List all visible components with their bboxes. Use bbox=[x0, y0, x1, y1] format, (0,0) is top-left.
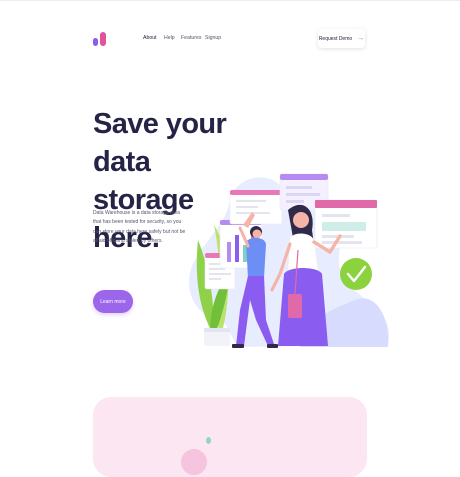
hero-title-line1: Save your data bbox=[93, 108, 227, 178]
chart-card-right bbox=[314, 199, 378, 249]
request-demo-label: Request Demo bbox=[318, 35, 353, 42]
leaf-decoration bbox=[206, 437, 211, 444]
nav-about[interactable]: About bbox=[143, 35, 157, 41]
blob-decoration bbox=[181, 449, 207, 475]
learn-more-button[interactable]: Learn more bbox=[93, 290, 133, 313]
arrow-right-icon: → bbox=[357, 35, 365, 42]
feature-section-card bbox=[93, 397, 367, 477]
nav-help[interactable]: Help bbox=[164, 35, 175, 41]
nav-signup[interactable]: Signup bbox=[205, 35, 221, 41]
top-border bbox=[0, 0, 460, 1]
nav-features[interactable]: Features bbox=[181, 35, 201, 41]
logo-icon[interactable] bbox=[93, 32, 107, 48]
chart-card-top bbox=[229, 189, 283, 225]
data-storage-illustration bbox=[189, 173, 390, 348]
check-icon bbox=[340, 258, 372, 290]
request-demo-button[interactable]: Request Demo → bbox=[318, 29, 365, 48]
hero-description: Data Warehouse is a data storage area th… bbox=[93, 210, 186, 244]
